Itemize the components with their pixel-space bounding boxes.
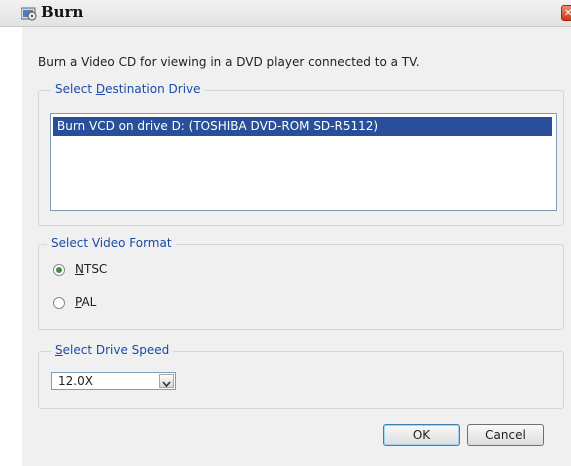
chevron-down-icon[interactable] — [159, 374, 174, 388]
radio-label-ntsc[interactable]: NTSC — [75, 262, 107, 276]
radio-button-ntsc[interactable] — [53, 264, 65, 276]
burn-disc-icon — [20, 6, 37, 21]
close-icon[interactable]: ✕ — [561, 5, 571, 21]
destination-drive-list[interactable]: Burn VCD on drive D: (TOSHIBA DVD-ROM SD… — [50, 113, 557, 211]
list-item-drive-d[interactable]: Burn VCD on drive D: (TOSHIBA DVD-ROM SD… — [53, 117, 552, 136]
video-format-group — [38, 244, 564, 330]
dialog-description: Burn a Video CD for viewing in a DVD pla… — [38, 55, 420, 69]
title-bar[interactable]: Burn ✕ — [0, 0, 571, 27]
burn-dialog: Burn ✕ Burn a Video CD for viewing in a … — [0, 0, 571, 466]
destination-drive-legend: Select Destination Drive — [51, 82, 205, 96]
video-format-legend: Select Video Format — [47, 236, 176, 250]
drive-speed-select[interactable]: 12.0X — [51, 372, 176, 390]
radio-button-pal[interactable] — [53, 297, 65, 309]
radio-label-pal[interactable]: PAL — [75, 295, 96, 309]
window-title: Burn — [41, 3, 84, 21]
cancel-button[interactable]: Cancel — [467, 424, 544, 446]
ok-button[interactable]: OK — [383, 424, 460, 446]
drive-speed-legend: Select Drive Speed — [51, 343, 174, 357]
drive-speed-value: 12.0X — [58, 374, 93, 388]
